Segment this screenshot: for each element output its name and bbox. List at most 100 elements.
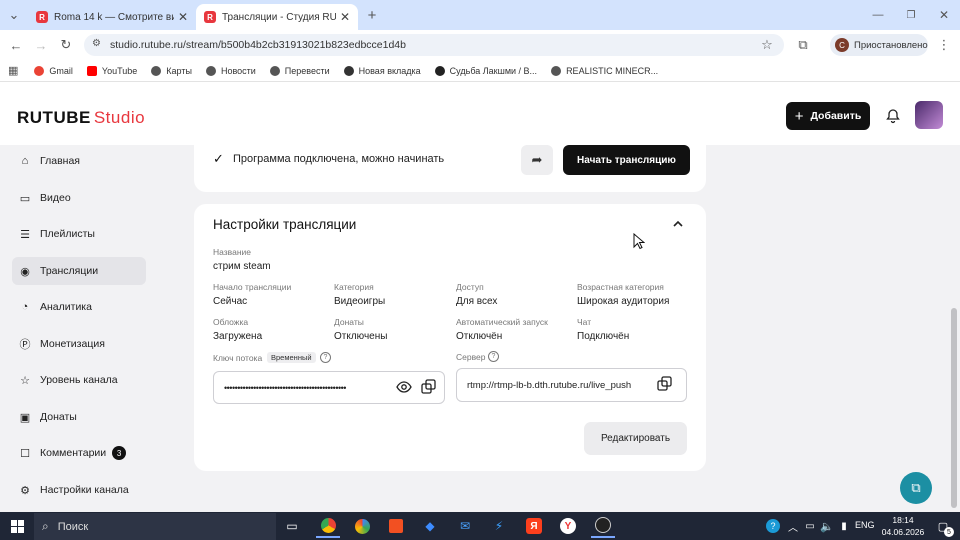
edit-button[interactable]: Редактировать	[584, 422, 687, 455]
taskbar-search-box[interactable]: ⌕ Поиск	[34, 513, 276, 540]
yandex-taskbar-icon[interactable]: Я	[522, 514, 546, 538]
bookmark-news[interactable]: Новости	[205, 65, 256, 76]
comment-icon: ☐	[20, 447, 30, 460]
playlist-icon: ☰	[20, 228, 30, 241]
category-label: Категория	[334, 282, 374, 292]
forward-icon[interactable]: →	[31, 35, 51, 55]
analytics-icon: ◔	[21, 301, 29, 313]
globe-icon	[269, 65, 280, 76]
sidebar-item-playlists[interactable]: ☰ Плейлисты	[12, 220, 146, 248]
sidebar-item-analytics[interactable]: ◔ Аналитика	[12, 293, 146, 321]
site-info-icon[interactable]: ⚙	[92, 38, 101, 49]
sidebar-item-channel-level[interactable]: ☆ Уровень канала	[12, 366, 146, 394]
rutube-favicon-icon: R	[204, 11, 216, 23]
mail-taskbar-icon[interactable]: ✉	[453, 514, 477, 538]
bookmark-minecraft[interactable]: REALISTIC MINECR...	[551, 65, 658, 76]
bookmark-translate[interactable]: Перевести	[269, 65, 330, 76]
dropbox-taskbar-icon[interactable]: ◆	[418, 514, 442, 538]
language-indicator[interactable]: ENG	[855, 520, 875, 530]
browser-menu-icon[interactable]: ⋮	[934, 35, 954, 55]
sidebar-item-channel-settings[interactable]: ⚙ Настройки канала	[12, 476, 146, 504]
yandex-browser-taskbar-icon[interactable]: Y	[556, 514, 580, 538]
bookmark-youtube[interactable]: YouTube	[86, 65, 137, 76]
battery-icon[interactable]: ▮	[832, 514, 856, 538]
sidebar-item-home[interactable]: ⌂ Главная	[12, 147, 146, 175]
cover-value: Загружена	[213, 331, 263, 342]
app-bolt-taskbar-icon[interactable]: ⚡	[487, 514, 511, 538]
chrome-taskbar-icon[interactable]	[316, 514, 340, 538]
browser-tab-streams[interactable]: R Трансляции - Студия RUTUBE ✕	[196, 4, 358, 30]
help-icon[interactable]: ?	[488, 351, 499, 362]
stream-key-label: Ключ потока	[213, 353, 263, 363]
collapse-chevron-up-icon[interactable]	[671, 217, 685, 234]
bookmarks-bar: ▦ Gmail YouTube Карты Новости Перевести …	[0, 60, 960, 82]
new-tab-button[interactable]: +	[362, 5, 382, 25]
eye-icon[interactable]	[396, 380, 412, 396]
plus-icon: +	[794, 107, 804, 125]
name-label: Название	[213, 247, 251, 257]
bookmark-lakshmi[interactable]: Судьба Лакшми / В...	[434, 65, 537, 76]
app-taskbar-icon[interactable]	[350, 514, 374, 538]
address-bar[interactable]: ⚙ studio.rutube.ru/stream/b500b4b2cb3191…	[84, 34, 784, 56]
server-field[interactable]: rtmp://rtmp-lb-b.dth.rutube.ru/live_push	[456, 368, 687, 402]
video-icon: ▭	[19, 192, 31, 205]
profile-status: Приостановлено	[854, 39, 928, 51]
temporary-badge: Временный	[267, 352, 316, 363]
notifications-bell-icon[interactable]	[883, 106, 903, 126]
bookmark-gmail[interactable]: Gmail	[34, 65, 73, 76]
rutube-favicon-icon: R	[36, 11, 48, 23]
age-category-value: Широкая аудитория	[577, 296, 670, 307]
gmail-icon	[34, 65, 45, 76]
close-window-icon[interactable]: ✕	[934, 5, 954, 25]
server-label: Сервер	[456, 352, 486, 362]
chat-bubble-icon: ⧉	[911, 480, 921, 495]
restore-window-icon[interactable]: ❐	[901, 5, 921, 25]
start-stream-button[interactable]: Начать трансляцию	[563, 145, 690, 175]
sidebar-item-comments[interactable]: ☐ Комментарии 3	[12, 439, 146, 467]
help-icon[interactable]: ?	[320, 352, 331, 363]
rutube-studio-logo[interactable]: RUTUBE Studio	[17, 108, 145, 128]
back-icon[interactable]: ←	[6, 35, 26, 55]
copy-key-icon[interactable]	[421, 378, 436, 397]
clock-date[interactable]: 04.06.2026	[877, 527, 929, 537]
close-tab-icon[interactable]: ✕	[178, 10, 188, 24]
browser-tab-roma[interactable]: R Roma 14 k — Смотрите виде ✕	[28, 4, 196, 30]
bookmark-newtab[interactable]: Новая вкладка	[343, 65, 421, 76]
check-icon: ✓	[213, 151, 224, 166]
profile-button[interactable]: С Приостановлено	[830, 34, 928, 56]
copy-server-icon[interactable]	[657, 376, 672, 394]
reload-icon[interactable]: ↻	[56, 35, 76, 55]
tab-search-icon[interactable]: ⌄	[4, 5, 24, 25]
start-time-value: Сейчас	[213, 296, 248, 307]
mouse-cursor-icon	[633, 232, 646, 253]
search-icon: ⌕	[42, 519, 49, 533]
share-icon: ➦	[531, 152, 543, 167]
access-value: Для всех	[456, 296, 498, 307]
close-tab-icon[interactable]: ✕	[340, 10, 350, 24]
channel-avatar[interactable]	[915, 101, 943, 129]
page-scrollbar[interactable]	[951, 308, 957, 508]
support-chat-button[interactable]: ⧉	[900, 472, 932, 504]
stream-key-field[interactable]: ••••••••••••••••••••••••••••••••••••••••…	[213, 371, 445, 404]
gear-icon: ⚙	[20, 484, 30, 497]
share-button[interactable]: ➦	[521, 145, 553, 175]
comments-count-badge: 3	[112, 446, 127, 460]
sidebar-item-monetization[interactable]: Ⓟ Монетизация	[12, 330, 146, 358]
windows-start-icon[interactable]	[5, 514, 29, 538]
minimize-window-icon[interactable]: —	[868, 5, 888, 25]
store-taskbar-icon[interactable]	[384, 514, 408, 538]
status-text: Программа подключена, можно начинать	[233, 153, 445, 165]
sidebar-item-video[interactable]: ▭ Видео	[12, 184, 146, 212]
url-text: studio.rutube.ru/stream/b500b4b2cb319130…	[110, 39, 406, 51]
apps-grid-icon[interactable]: ▦	[8, 64, 18, 77]
obs-taskbar-icon[interactable]	[591, 514, 615, 538]
bookmark-star-icon[interactable]: ☆	[757, 35, 777, 55]
youtube-icon	[86, 65, 97, 76]
clock-time[interactable]: 18:14	[883, 515, 923, 525]
task-view-icon[interactable]: ▭	[280, 514, 304, 538]
sidebar-item-donations[interactable]: ▣ Донаты	[12, 403, 146, 431]
sidebar-item-streams[interactable]: ◉ Трансляции	[12, 257, 146, 285]
bookmark-maps[interactable]: Карты	[151, 65, 192, 76]
extensions-icon[interactable]: ⧉	[793, 35, 813, 55]
add-button[interactable]: + Добавить	[786, 102, 870, 130]
